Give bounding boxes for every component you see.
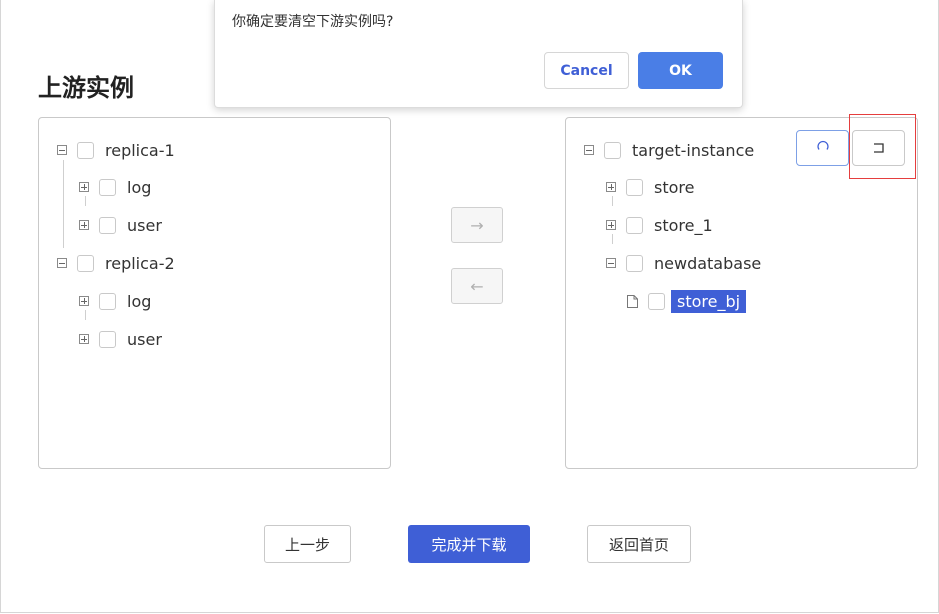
tree-node-replica-1[interactable]: replica-1 <box>57 138 175 162</box>
move-left-button[interactable]: ← <box>451 268 503 304</box>
tree-node-replica-2[interactable]: replica-2 <box>57 251 175 275</box>
refresh-icon <box>816 139 830 158</box>
prev-step-label: 上一步 <box>284 535 330 554</box>
expand-icon[interactable] <box>606 220 616 230</box>
node-checkbox[interactable] <box>77 254 94 272</box>
expand-icon[interactable] <box>79 182 89 192</box>
move-right-button[interactable]: → <box>451 207 503 243</box>
tree-node-user[interactable]: user <box>79 327 162 351</box>
arrow-right-icon: → <box>470 215 484 235</box>
tree-node-store_1[interactable]: store_1 <box>606 213 713 237</box>
node-checkbox[interactable] <box>626 216 643 234</box>
collapse-icon[interactable] <box>584 145 594 155</box>
node-checkbox[interactable] <box>604 141 621 159</box>
node-checkbox[interactable] <box>77 141 94 159</box>
arrow-left-icon: ← <box>470 276 484 296</box>
node-checkbox[interactable] <box>99 292 116 310</box>
tree-node-label: replica-2 <box>105 253 175 273</box>
node-checkbox[interactable] <box>99 330 116 348</box>
page-title: 上游实例 <box>38 74 134 102</box>
cancel-label: Cancel <box>560 62 613 79</box>
highlight-box <box>849 114 916 179</box>
expand-icon[interactable] <box>79 220 89 230</box>
ok-label: OK <box>669 62 692 79</box>
node-checkbox[interactable] <box>626 254 643 272</box>
expand-icon[interactable] <box>79 296 89 306</box>
tree-node-log[interactable]: log <box>79 175 151 199</box>
tree-node-label: store_1 <box>654 215 713 235</box>
expand-icon[interactable] <box>79 334 89 344</box>
back-home-button[interactable]: 返回首页 <box>587 525 691 563</box>
refresh-button[interactable] <box>796 130 849 166</box>
tree-node-label: newdatabase <box>654 253 762 273</box>
tree-node-log[interactable]: log <box>79 289 151 313</box>
confirm-dialog: 你确定要清空下游实例吗? Cancel OK <box>214 0 743 108</box>
dialog-message: 你确定要清空下游实例吗? <box>232 14 394 30</box>
collapse-icon[interactable] <box>57 145 67 155</box>
tree-guide-line <box>63 160 64 248</box>
finish-download-button[interactable]: 完成并下载 <box>408 525 530 563</box>
node-checkbox[interactable] <box>626 178 643 196</box>
prev-step-button[interactable]: 上一步 <box>264 525 351 563</box>
tree-node-label: log <box>127 177 152 197</box>
finish-download-label: 完成并下载 <box>431 535 507 554</box>
file-icon <box>627 294 638 308</box>
tree-node-label: log <box>127 291 152 311</box>
ok-button[interactable]: OK <box>638 52 723 89</box>
tree-node-label: user <box>127 215 162 235</box>
node-checkbox[interactable] <box>99 178 116 196</box>
tree-node-store[interactable]: store <box>606 175 694 199</box>
tree-node-label: target-instance <box>632 140 755 160</box>
tree-node-label: user <box>127 329 162 349</box>
node-checkbox[interactable] <box>648 292 665 310</box>
collapse-icon[interactable] <box>606 258 616 268</box>
cancel-button[interactable]: Cancel <box>544 52 629 89</box>
upstream-tree-panel: replica-1 log user replica-2 log user <box>38 117 391 469</box>
back-home-label: 返回首页 <box>608 535 669 554</box>
collapse-icon[interactable] <box>57 258 67 268</box>
tree-node-target-instance[interactable]: target-instance <box>584 138 754 162</box>
tree-node-label: replica-1 <box>105 140 175 160</box>
tree-node-store_bj[interactable]: store_bj <box>627 289 747 313</box>
node-checkbox[interactable] <box>99 216 116 234</box>
expand-icon[interactable] <box>606 182 616 192</box>
tree-node-user[interactable]: user <box>79 213 162 237</box>
tree-node-newdatabase[interactable]: newdatabase <box>606 251 761 275</box>
tree-node-label: store <box>654 177 695 197</box>
tree-node-label-selected: store_bj <box>671 289 747 313</box>
